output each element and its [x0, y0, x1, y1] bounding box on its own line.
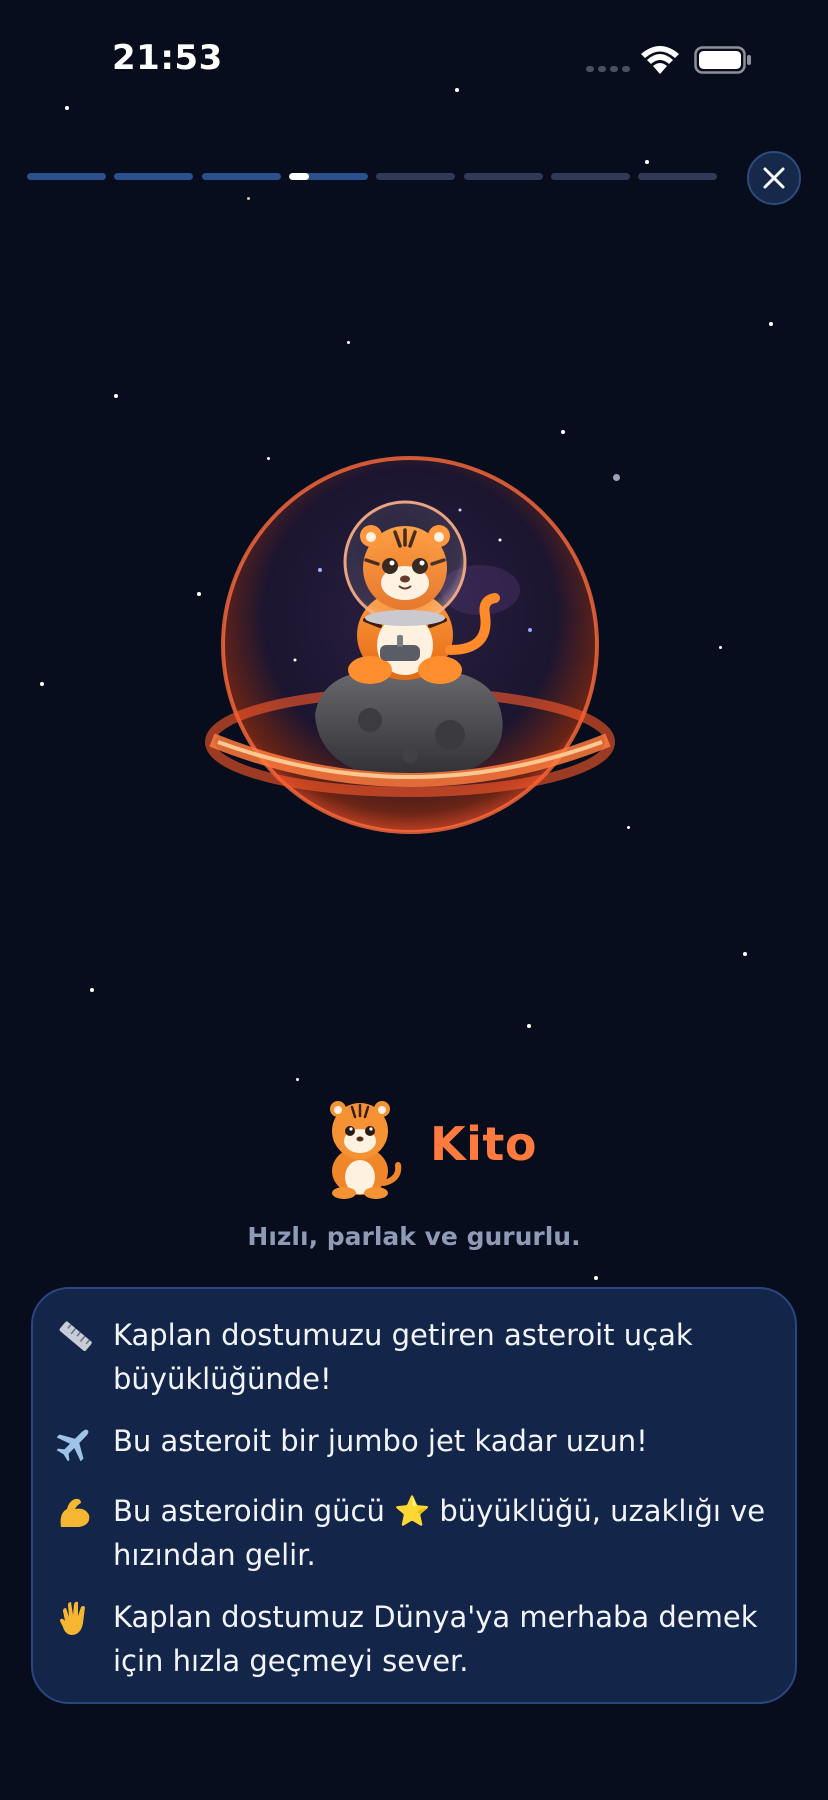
- tiger-asteroid-illustration: [205, 456, 615, 834]
- wifi-icon: [640, 44, 680, 76]
- character-name: Kito: [430, 1117, 538, 1171]
- screen: 21:53 Kito Hızlı, parlak ve gururlu. Kap…: [0, 0, 828, 1800]
- character-tagline: Hızlı, parlak ve gururlu.: [247, 1222, 581, 1251]
- star: [561, 430, 565, 434]
- character-header: Kito: [0, 1095, 828, 1205]
- cellular-signal-icon: [586, 66, 630, 74]
- story-progress: [27, 173, 718, 181]
- tiger-avatar-icon: [330, 1101, 402, 1199]
- fact-text: Kaplan dostumuzu getiren asteroit uçak b…: [113, 1318, 693, 1396]
- star: [114, 394, 118, 398]
- status-time: 21:53: [112, 38, 223, 78]
- star: [455, 88, 459, 92]
- star: [769, 322, 773, 326]
- star: [719, 646, 722, 649]
- progress-segment: [376, 173, 456, 180]
- progress-segment: [27, 173, 106, 180]
- star: [347, 341, 350, 344]
- ruler-icon: [59, 1321, 92, 1351]
- facts-card: Kaplan dostumuzu getiren asteroit uçak b…: [31, 1287, 797, 1704]
- star: [743, 952, 747, 956]
- airplane-icon: [56, 1429, 89, 1462]
- star: [627, 826, 630, 829]
- star: [527, 1024, 531, 1028]
- star: [40, 682, 44, 686]
- fact-text: Bu asteroit bir jumbo jet kadar uzun!: [113, 1424, 648, 1458]
- star: [594, 1276, 598, 1280]
- star: [90, 988, 94, 992]
- progress-segment: [201, 173, 281, 180]
- star: [645, 160, 649, 164]
- star: [247, 197, 250, 200]
- flexed-biceps-icon: [60, 1498, 90, 1527]
- close-icon: [763, 167, 785, 189]
- progress-segment: [550, 173, 630, 180]
- progress-segment: [463, 173, 543, 180]
- close-button[interactable]: [747, 151, 801, 205]
- star: [296, 1078, 299, 1081]
- fact-text: Bu asteroidin gücü ⭐ büyüklüğü, uzaklığı…: [113, 1494, 766, 1572]
- star: [65, 106, 69, 110]
- progress-segment: [638, 173, 718, 180]
- battery-icon: [694, 46, 752, 74]
- waving-hand-icon: [60, 1601, 85, 1635]
- progress-segment: [114, 173, 194, 180]
- fact-text: Kaplan dostumuz Dünya'ya merhaba demek i…: [113, 1600, 758, 1678]
- progress-fill: [288, 173, 309, 180]
- progress-segment: [288, 173, 368, 180]
